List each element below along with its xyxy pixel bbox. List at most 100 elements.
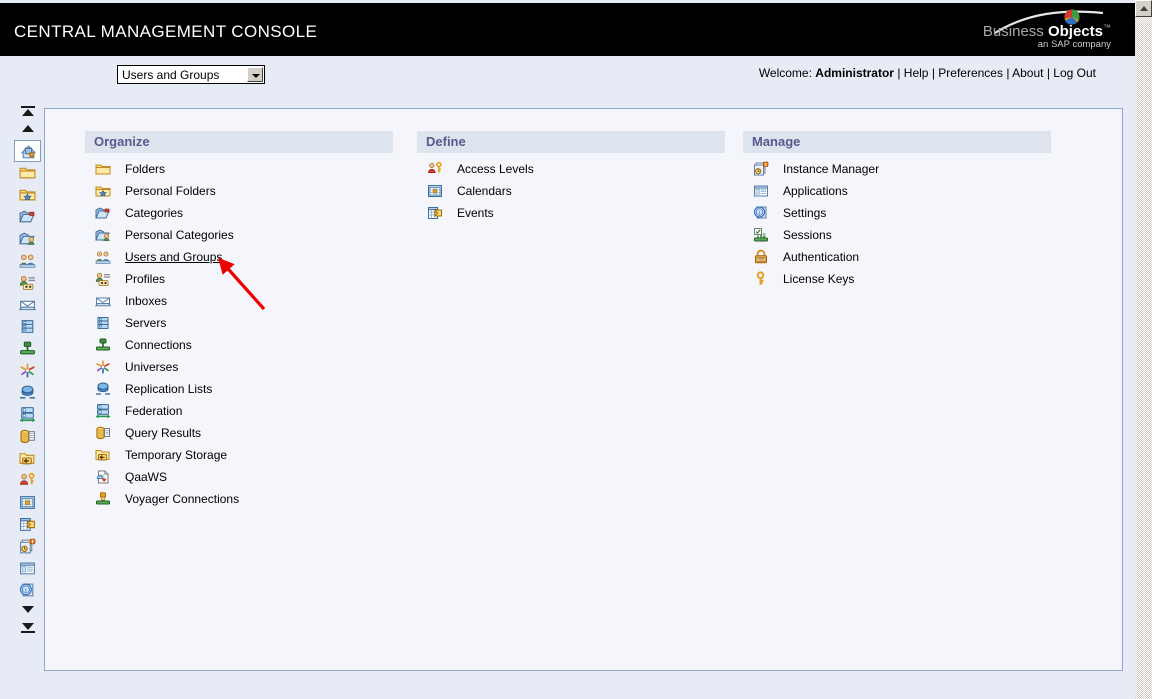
- menu-item-folders[interactable]: Folders: [85, 159, 393, 181]
- rail-item-query-results[interactable]: [14, 426, 41, 448]
- rail-item-universes[interactable]: [14, 360, 41, 382]
- menu-item-personal-categories[interactable]: Personal Categories: [85, 225, 393, 247]
- menu-item-instance-manager[interactable]: Instance Manager: [743, 159, 1051, 181]
- rail-item-users-and-groups[interactable]: [14, 250, 41, 272]
- separator: |: [1046, 66, 1050, 80]
- menu-item-inboxes[interactable]: Inboxes: [85, 291, 393, 313]
- menu-item-federation[interactable]: Federation: [85, 401, 393, 423]
- menu-item-label[interactable]: Access Levels: [457, 162, 534, 176]
- menu-item-access-levels[interactable]: Access Levels: [417, 159, 725, 181]
- menu-item-label[interactable]: Applications: [783, 184, 848, 198]
- menu-item-label[interactable]: Sessions: [783, 228, 832, 242]
- menu-item-label[interactable]: Profiles: [125, 272, 165, 286]
- menu-item-label[interactable]: Voyager Connections: [125, 492, 239, 506]
- scroll-to-top-icon[interactable]: [14, 104, 41, 121]
- menu-item-qaaws[interactable]: QaaWS: [85, 467, 393, 489]
- profile-icon: [95, 271, 111, 290]
- rail-item-personal-categories[interactable]: [14, 228, 41, 250]
- rail-item-personal-folders[interactable]: [14, 184, 41, 206]
- menu-item-replication-lists[interactable]: Replication Lists: [85, 379, 393, 401]
- menu-item-label[interactable]: Folders: [125, 162, 165, 176]
- vertical-scrollbar[interactable]: [1135, 0, 1152, 699]
- personal-folder-icon: [95, 183, 111, 202]
- menu-item-profiles[interactable]: Profiles: [85, 269, 393, 291]
- rail-item-calendars[interactable]: [14, 492, 41, 514]
- rail-item-home[interactable]: [14, 140, 41, 162]
- menu-item-authentication[interactable]: Authentication: [743, 247, 1051, 269]
- scroll-up-arrow-icon[interactable]: [1135, 0, 1152, 17]
- module-select[interactable]: Users and Groups: [117, 65, 265, 84]
- menu-item-connections[interactable]: Connections: [85, 335, 393, 357]
- menu-item-universes[interactable]: Universes: [85, 357, 393, 379]
- preferences-link[interactable]: Preferences: [938, 66, 1003, 80]
- menu-item-label[interactable]: Authentication: [783, 250, 859, 264]
- rail-item-folders[interactable]: [14, 162, 41, 184]
- scroll-up-icon[interactable]: [14, 121, 41, 140]
- menu-item-personal-folders[interactable]: Personal Folders: [85, 181, 393, 203]
- menu-item-users-and-groups[interactable]: Users and Groups: [85, 247, 393, 269]
- menu-item-label[interactable]: Personal Categories: [125, 228, 234, 242]
- chevron-down-icon[interactable]: [247, 67, 263, 82]
- rail-item-profiles[interactable]: [14, 272, 41, 294]
- menu-item-query-results[interactable]: Query Results: [85, 423, 393, 445]
- menu-item-label[interactable]: Query Results: [125, 426, 201, 440]
- rail-item-access-levels[interactable]: [14, 470, 41, 492]
- menu-item-servers[interactable]: Servers: [85, 313, 393, 335]
- scroll-to-bottom-icon[interactable]: [14, 621, 41, 638]
- menu-item-label[interactable]: Universes: [125, 360, 178, 374]
- menu-item-label[interactable]: Connections: [125, 338, 192, 352]
- rail-item-replication-lists[interactable]: [14, 382, 41, 404]
- folder-icon: [95, 161, 111, 180]
- rail-item-connections[interactable]: [14, 338, 41, 360]
- menu-item-label[interactable]: Temporary Storage: [125, 448, 227, 462]
- menu-item-categories[interactable]: Categories: [85, 203, 393, 225]
- column-header-organize: Organize: [85, 131, 393, 153]
- users-icon: [19, 252, 36, 272]
- menu-item-voyager-connections[interactable]: Voyager Connections: [85, 489, 393, 511]
- help-link[interactable]: Help: [904, 66, 929, 80]
- menu-item-label[interactable]: Servers: [125, 316, 166, 330]
- menu-item-calendars[interactable]: Calendars: [417, 181, 725, 203]
- menu-item-events[interactable]: Events: [417, 203, 725, 225]
- menu-item-temporary-storage[interactable]: Temporary Storage: [85, 445, 393, 467]
- rail-item-instance-manager[interactable]: [14, 536, 41, 558]
- menu-item-label[interactable]: Events: [457, 206, 494, 220]
- temporary-storage-icon: [19, 450, 36, 470]
- menu-item-label[interactable]: Instance Manager: [783, 162, 879, 176]
- menu-item-settings[interactable]: i Settings: [743, 203, 1051, 225]
- about-link[interactable]: About: [1012, 66, 1043, 80]
- rail-item-categories[interactable]: [14, 206, 41, 228]
- rail-item-inboxes[interactable]: [14, 294, 41, 316]
- universe-icon: [19, 362, 36, 382]
- menu-item-sessions[interactable]: Sessions: [743, 225, 1051, 247]
- menu-item-label[interactable]: Users and Groups: [125, 250, 222, 264]
- rail-item-settings[interactable]: i: [14, 580, 41, 602]
- menu-item-label[interactable]: QaaWS: [125, 470, 167, 484]
- rail-item-federation[interactable]: [14, 404, 41, 426]
- rail-item-events[interactable]: [14, 514, 41, 536]
- menu-item-label[interactable]: Categories: [125, 206, 183, 220]
- menu-item-label[interactable]: Calendars: [457, 184, 512, 198]
- rail-item-temporary-storage[interactable]: [14, 448, 41, 470]
- menu-item-applications[interactable]: Applications: [743, 181, 1051, 203]
- query-results-icon: [19, 428, 36, 448]
- rail-item-servers[interactable]: [14, 316, 41, 338]
- rail-item-applications[interactable]: [14, 558, 41, 580]
- logo-tagline: an SAP company: [1037, 39, 1111, 50]
- menu-item-label[interactable]: Federation: [125, 404, 182, 418]
- menu-item-label[interactable]: Replication Lists: [125, 382, 212, 396]
- voyager-icon: [95, 491, 111, 510]
- license-key-icon: [753, 271, 769, 290]
- log-out-link[interactable]: Log Out: [1053, 66, 1096, 80]
- menu-item-label[interactable]: Inboxes: [125, 294, 167, 308]
- menu-item-label[interactable]: Settings: [783, 206, 826, 220]
- separator: |: [897, 66, 901, 80]
- instance-manager-icon: [753, 161, 769, 180]
- menu-item-label[interactable]: Personal Folders: [125, 184, 216, 198]
- event-icon: [427, 205, 443, 224]
- menu-item-label[interactable]: License Keys: [783, 272, 854, 286]
- logo-word-objects: Objects: [1047, 23, 1103, 40]
- menu-item-license-keys[interactable]: License Keys: [743, 269, 1051, 291]
- profile-icon: [19, 274, 36, 294]
- scroll-down-icon[interactable]: [14, 602, 41, 621]
